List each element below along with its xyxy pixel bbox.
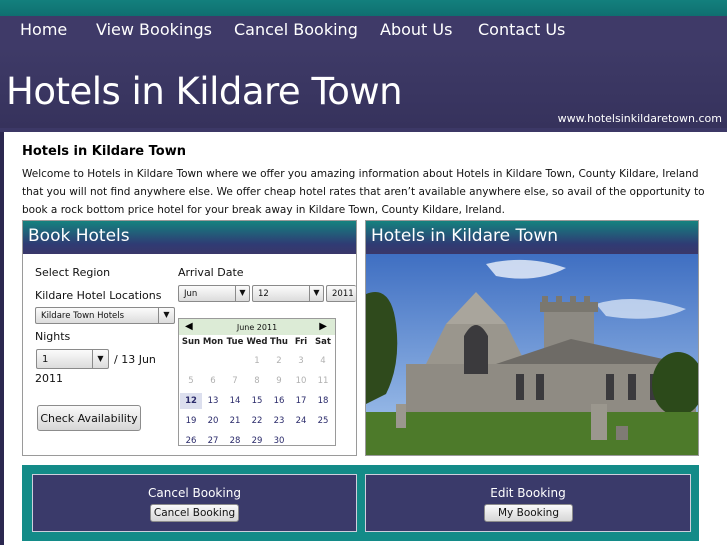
cancel-booking-button[interactable]: Cancel Booking bbox=[150, 504, 239, 522]
arrival-year-value: 2011 bbox=[332, 289, 354, 299]
calendar-day[interactable]: 21 bbox=[224, 413, 246, 429]
calendar-day-header: Sat bbox=[315, 337, 331, 347]
arrival-month-value: Jun bbox=[184, 289, 198, 299]
calendar-day[interactable]: 20 bbox=[202, 413, 224, 429]
main-nav: Home View Bookings Cancel Booking About … bbox=[0, 16, 727, 50]
nights-select[interactable]: 1 ▼ bbox=[36, 349, 109, 369]
nav-cancel-booking[interactable]: Cancel Booking bbox=[234, 20, 358, 39]
calendar-day: 6 bbox=[210, 376, 216, 386]
chevron-down-icon: ▼ bbox=[158, 307, 174, 324]
site-title: Hotels in Kildare Town bbox=[6, 70, 403, 113]
location-select-value: Kildare Town Hotels bbox=[41, 311, 125, 321]
calendar-day: 9 bbox=[276, 376, 282, 386]
calendar-day: 5 bbox=[188, 376, 194, 386]
nights-select-value: 1 bbox=[42, 354, 49, 365]
arrival-calendar: ◀ June 2011 ▶ Sun Mon Tue Wed Thu Fri Sat 1 2 3 4 5… bbox=[178, 318, 336, 446]
locations-label: Kildare Hotel Locations bbox=[35, 289, 162, 302]
calendar-day[interactable]: 24 bbox=[290, 413, 312, 429]
arrival-day-value: 12 bbox=[258, 289, 269, 299]
calendar-day-header: Thu bbox=[270, 337, 288, 347]
calendar-day-header: Wed bbox=[246, 337, 268, 347]
calendar-day: 4 bbox=[320, 356, 326, 366]
calendar-day: 11 bbox=[317, 376, 329, 386]
calendar-month: June 2011 bbox=[236, 323, 278, 332]
calendar-day[interactable]: 19 bbox=[180, 413, 202, 429]
calendar-day: 10 bbox=[295, 376, 307, 386]
calendar-next-icon[interactable]: ▶ bbox=[319, 321, 327, 332]
calendar-day[interactable]: 25 bbox=[312, 413, 334, 429]
checkout-date: / 13 Jun bbox=[114, 353, 156, 366]
calendar-day: 1 bbox=[254, 356, 260, 366]
intro-text: Welcome to Hotels in Kildare Town where … bbox=[22, 168, 705, 216]
site-url: www.hotelsinkildaretown.com bbox=[557, 112, 722, 125]
calendar-day[interactable]: 28 bbox=[224, 433, 246, 449]
arrival-year-select[interactable]: 2011 bbox=[326, 285, 356, 302]
book-hotels-title: Book Hotels bbox=[23, 221, 356, 254]
nav-view-bookings[interactable]: View Bookings bbox=[96, 20, 212, 39]
calendar-day[interactable]: 29 bbox=[246, 433, 268, 449]
calendar-day: 2 bbox=[276, 356, 282, 366]
chevron-down-icon: ▼ bbox=[235, 285, 249, 302]
calendar-day[interactable]: 22 bbox=[246, 413, 268, 429]
photo-panel: Hotels in Kildare Town bbox=[365, 220, 699, 456]
calendar-day[interactable]: 12 bbox=[180, 393, 202, 409]
cathedral-photo bbox=[366, 254, 698, 455]
calendar-day[interactable]: 16 bbox=[268, 393, 290, 409]
my-booking-button[interactable]: My Booking bbox=[484, 504, 573, 522]
calendar-day: 7 bbox=[232, 376, 238, 386]
calendar-day[interactable]: 17 bbox=[290, 393, 312, 409]
site-banner: Hotels in Kildare Town www.hotelsinkilda… bbox=[0, 50, 727, 128]
nav-home[interactable]: Home bbox=[20, 20, 67, 39]
cancel-booking-box: Cancel Booking Cancel Booking bbox=[32, 474, 357, 532]
calendar-day: 8 bbox=[254, 376, 260, 386]
calendar-day[interactable]: 13 bbox=[202, 393, 224, 409]
arrival-month-select[interactable]: Jun ▼ bbox=[178, 285, 250, 302]
arrival-day-select[interactable]: 12 ▼ bbox=[252, 285, 324, 302]
cancel-booking-title: Cancel Booking bbox=[148, 486, 241, 500]
nav-about-us[interactable]: About Us bbox=[380, 20, 452, 39]
calendar-day[interactable]: 27 bbox=[202, 433, 224, 449]
calendar-day-header: Mon bbox=[202, 337, 224, 347]
calendar-day[interactable]: 18 bbox=[312, 393, 334, 409]
check-availability-button[interactable]: Check Availability bbox=[37, 405, 141, 431]
calendar-day-header: Fri bbox=[294, 337, 308, 347]
calendar-day[interactable]: 26 bbox=[180, 433, 202, 449]
nav-contact-us[interactable]: Contact Us bbox=[478, 20, 565, 39]
checkout-year: 2011 bbox=[35, 372, 63, 385]
booking-actions-bar: Cancel Booking Cancel Booking Edit Booki… bbox=[22, 465, 699, 541]
top-accent-strip bbox=[0, 0, 727, 16]
calendar-header: ◀ June 2011 ▶ bbox=[179, 319, 335, 335]
calendar-day: 3 bbox=[298, 356, 304, 366]
region-label: Select Region bbox=[35, 266, 111, 279]
book-hotels-panel: Book Hotels Select Region Kildare Hotel … bbox=[22, 220, 357, 456]
calendar-day-header: Tue bbox=[226, 337, 244, 347]
edit-booking-box: Edit Booking My Booking bbox=[365, 474, 691, 532]
location-select[interactable]: Kildare Town Hotels ▼ bbox=[35, 307, 175, 324]
calendar-day-header: Sun bbox=[181, 337, 201, 347]
photo-panel-title: Hotels in Kildare Town bbox=[366, 221, 698, 254]
chevron-down-icon: ▼ bbox=[309, 285, 323, 302]
arrival-label: Arrival Date bbox=[178, 266, 244, 279]
chevron-down-icon: ▼ bbox=[92, 349, 108, 369]
edit-booking-title: Edit Booking bbox=[490, 486, 566, 500]
calendar-day[interactable]: 30 bbox=[268, 433, 290, 449]
calendar-day[interactable]: 14 bbox=[224, 393, 246, 409]
calendar-day[interactable]: 23 bbox=[268, 413, 290, 429]
nights-label: Nights bbox=[35, 330, 71, 343]
calendar-day[interactable]: 15 bbox=[246, 393, 268, 409]
content-area: Hotels in Kildare Town Welcome to Hotels… bbox=[4, 132, 727, 545]
page-title: Hotels in Kildare Town bbox=[22, 144, 186, 159]
